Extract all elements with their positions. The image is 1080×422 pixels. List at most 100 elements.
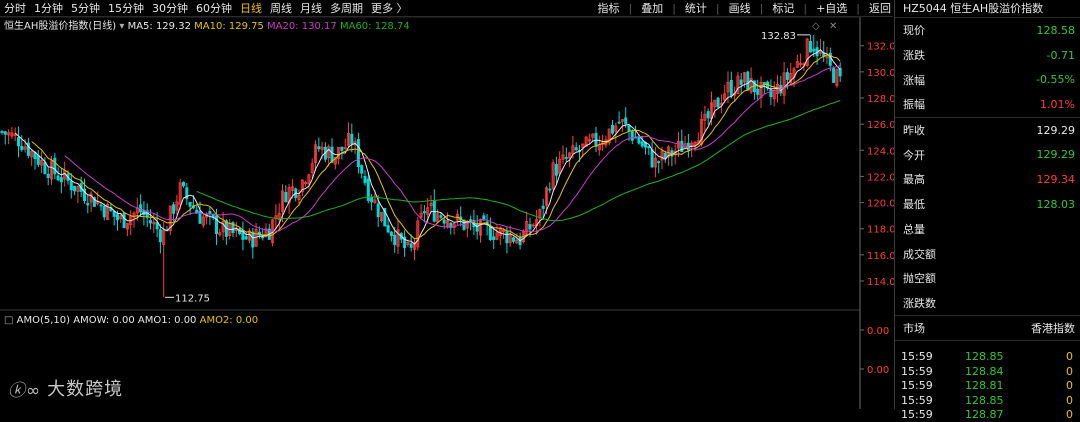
candle-body <box>554 163 558 176</box>
stats-label: 最低 <box>903 198 925 212</box>
candle-body <box>686 142 690 151</box>
sub-legend-amo1: AMO1: 0.00 <box>138 315 197 326</box>
candle-body <box>370 196 374 203</box>
candle-body <box>43 162 47 174</box>
tick-time: 15:59 <box>901 364 933 378</box>
tool-button-5[interactable]: +自选 <box>816 0 847 16</box>
candle-body <box>46 173 50 178</box>
candle-body <box>393 234 397 246</box>
candle-body <box>409 243 413 248</box>
stats-row: 最低 128.03 <box>895 192 1080 217</box>
legend-toggle-icon[interactable]: ▾ <box>116 21 127 32</box>
candle-body <box>356 139 360 167</box>
candle-body <box>729 80 733 97</box>
tool-button-6[interactable]: 返回 <box>869 0 891 16</box>
period-tab-10[interactable]: 更多 〉 <box>371 0 408 16</box>
candle-body <box>756 88 760 95</box>
period-tab-1[interactable]: 1分钟 <box>34 0 63 16</box>
candle-body <box>16 137 20 147</box>
candle-body <box>389 231 393 237</box>
tick-time: 15:59 <box>901 379 933 392</box>
candle-body <box>505 231 509 244</box>
tool-button-0[interactable]: 指标 <box>597 0 619 16</box>
sub-legend-amo: AMO(5,10) <box>17 315 71 326</box>
stats-value: 128.03 <box>1036 197 1076 211</box>
candle-body <box>832 68 836 83</box>
sub-tick-label: 0.00 <box>867 365 889 376</box>
candle-body <box>73 185 77 192</box>
candle-body <box>244 236 248 240</box>
tick-time: 15:59 <box>901 350 933 363</box>
candle-body <box>36 155 40 165</box>
legend-name: 恒生AH股溢价指数(日线) <box>4 19 116 32</box>
period-tab-3[interactable]: 15分钟 <box>108 0 144 16</box>
quotes-value: 128.58 <box>1036 23 1076 37</box>
quotes-value: -0.55% <box>1036 73 1075 87</box>
candle-body <box>574 147 578 151</box>
stats-label: 今开 <box>903 148 925 162</box>
candle-body <box>208 210 212 215</box>
stats-value: 129.29 <box>1036 148 1076 162</box>
price-tick-label: 114.0 <box>867 277 894 288</box>
tool-button-3[interactable]: 画线 <box>729 0 751 16</box>
low-label: 112.75 <box>175 293 210 304</box>
candle-body <box>284 192 288 203</box>
candle-body <box>363 175 367 184</box>
period-tab-5[interactable]: 60分钟 <box>196 0 232 16</box>
price-tick-label: 124.0 <box>867 146 894 157</box>
candle-body <box>422 211 426 214</box>
quotes-row: 涨幅 -0.55% <box>895 67 1080 92</box>
candle-body <box>59 177 63 183</box>
period-tab-4[interactable]: 30分钟 <box>152 0 188 16</box>
tool-button-4[interactable]: 标记 <box>772 0 794 16</box>
period-tab-7[interactable]: 周线 <box>270 0 292 16</box>
tick-price: 128.87 <box>965 408 1004 421</box>
candle-body <box>360 165 364 174</box>
quote-panel: HZ5044 恒生AH股溢价指数 现价 128.58 涨跌 -0.71 涨幅 -0.55%… <box>894 0 1080 421</box>
tool-button-2[interactable]: 统计 <box>685 0 707 16</box>
candle-body <box>20 145 24 151</box>
period-tab-2[interactable]: 5分钟 <box>71 0 100 16</box>
candle-body <box>158 229 162 243</box>
candle-body <box>812 48 816 52</box>
candle-body <box>112 210 116 217</box>
ma60-line <box>196 100 841 222</box>
quotes-label: 涨幅 <box>903 73 925 87</box>
candle-body <box>611 124 615 134</box>
candle-body <box>99 204 103 207</box>
candle-body <box>640 141 644 147</box>
price-tick-label: 128.0 <box>867 94 894 105</box>
candle-body <box>716 97 720 108</box>
quotes-value: -0.71 <box>1046 48 1075 62</box>
candle-body <box>376 203 380 218</box>
stats-label: 总量 <box>903 222 925 236</box>
period-tab-9[interactable]: 多周期 <box>330 0 363 16</box>
quotes-value: 1.01% <box>1040 97 1075 111</box>
legend-ma20: MA20: 130.17 <box>267 21 337 32</box>
tool-button-1[interactable]: 叠加 <box>641 0 663 16</box>
close-icon[interactable]: ✕ <box>829 21 837 32</box>
candle-body <box>528 224 532 230</box>
kline-chart[interactable]: 132.0 130.0 128.0 126.0 124.0 122.0 120.0 118.0… <box>0 0 894 409</box>
candle-body <box>637 136 641 144</box>
tick-row: 15:59 128.85 0 <box>895 349 1080 364</box>
period-tab-8[interactable]: 月线 <box>300 0 322 16</box>
quotes-label: 涨跌 <box>903 49 925 63</box>
stats-value: 129.29 <box>1036 123 1076 137</box>
tick-time: 15:59 <box>901 393 933 407</box>
sub-legend-icon[interactable]: □ <box>4 315 17 326</box>
candle-body <box>739 79 743 85</box>
diamond-icon[interactable]: ◇ <box>812 21 820 32</box>
period-tab-6[interactable]: 日线 <box>240 0 262 16</box>
main-legend: 恒生AH股溢价指数(日线) ▾ MA5: 129.32 MA10: 129.75… <box>4 19 410 32</box>
candle-body <box>492 236 496 240</box>
period-tab-0[interactable]: 分时 <box>4 0 26 16</box>
price-tick-label: 122.0 <box>867 172 894 183</box>
stats-row: 今开 129.29 <box>895 142 1080 167</box>
candle-body <box>657 161 661 163</box>
tick-price: 128.85 <box>965 393 1004 407</box>
candle-body <box>3 131 7 135</box>
candle-body <box>251 231 255 248</box>
price-tick-label: 126.0 <box>867 120 894 131</box>
candle-body <box>488 226 492 240</box>
